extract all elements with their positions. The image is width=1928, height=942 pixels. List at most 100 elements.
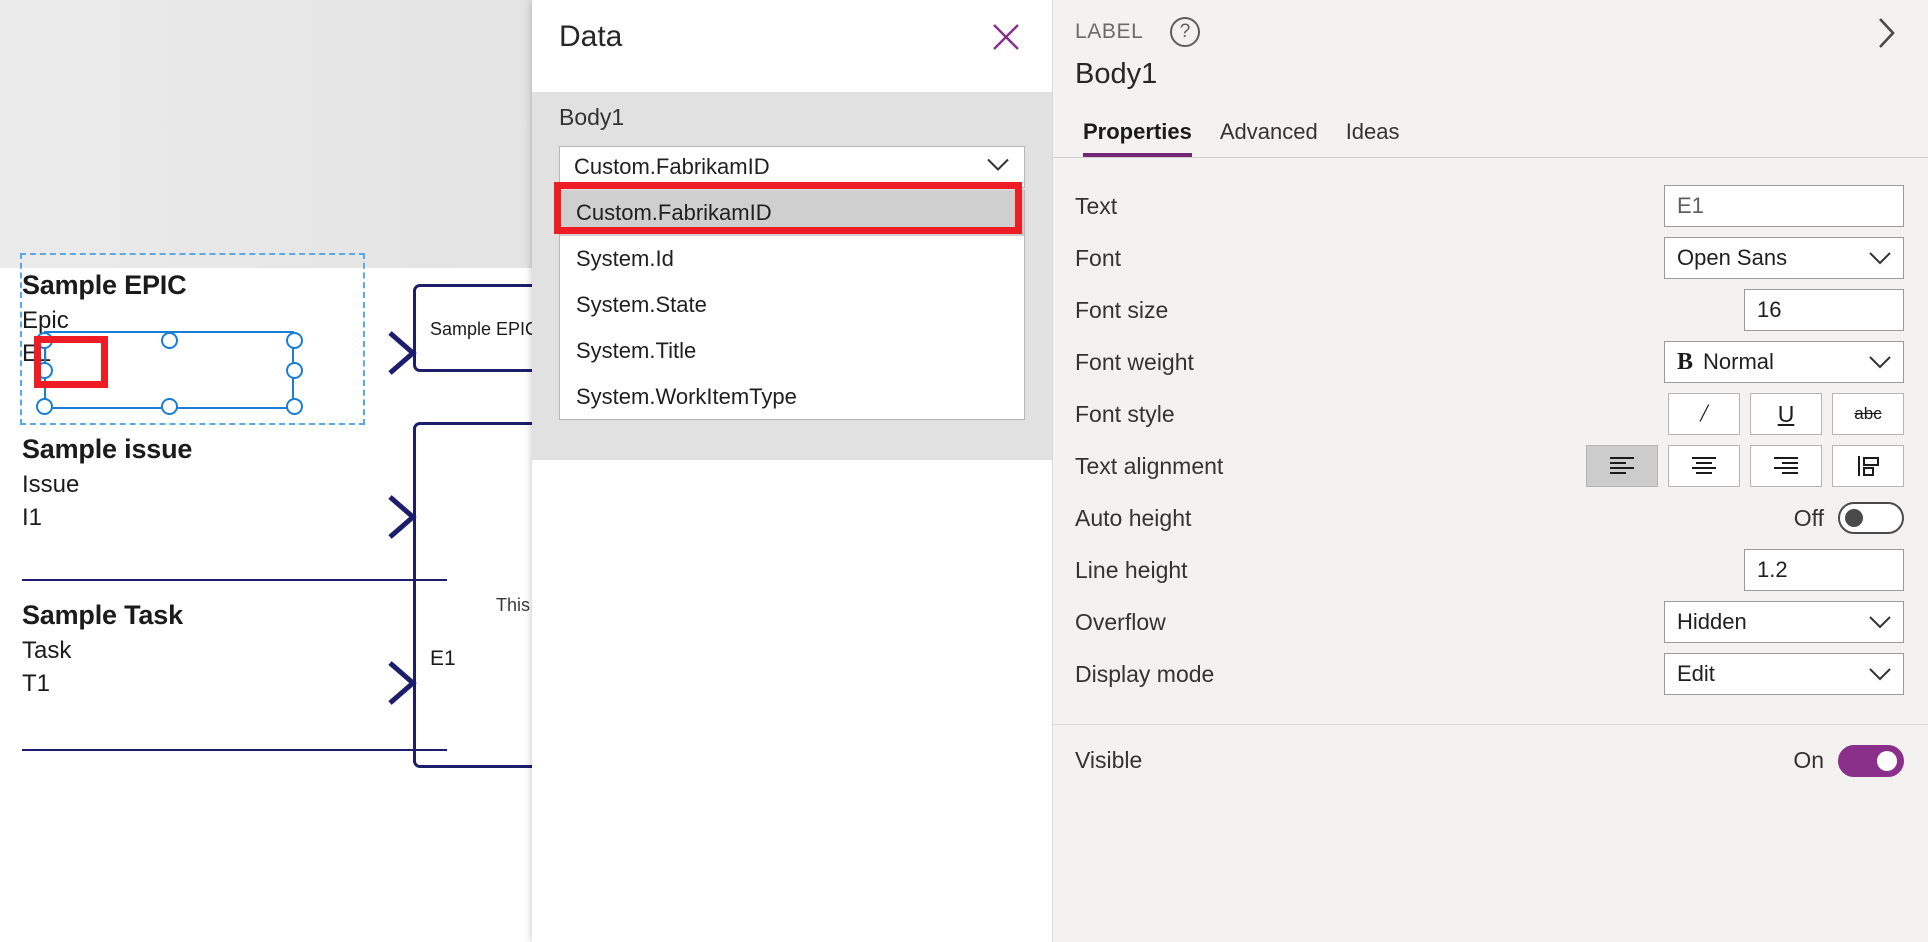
align-right-icon[interactable] xyxy=(1750,445,1822,487)
property-label-font-weight: Font weight xyxy=(1075,348,1194,375)
auto-height-state: Off xyxy=(1793,504,1824,531)
property-row-visible: Visible On xyxy=(1053,724,1928,796)
properties-group-spacer xyxy=(1053,700,1928,724)
gallery-item-id: E1 xyxy=(22,340,52,368)
auto-height-toggle[interactable] xyxy=(1838,502,1904,534)
visible-toggle[interactable] xyxy=(1838,744,1904,777)
align-justify-icon[interactable] xyxy=(1832,445,1904,487)
italic-glyph: / xyxy=(1700,400,1708,427)
chevron-down-icon xyxy=(1868,349,1892,375)
gallery-item-type: Task xyxy=(22,637,72,665)
property-label-auto-height: Auto height xyxy=(1075,504,1192,531)
control-type-label: LABEL xyxy=(1075,20,1144,43)
chevron-right-icon[interactable] xyxy=(385,329,419,377)
data-panel-filler xyxy=(532,420,1052,460)
line-height-input[interactable]: 1.2 xyxy=(1744,549,1904,591)
chevron-right-icon[interactable] xyxy=(385,493,419,541)
property-row-display-mode: Display mode Edit xyxy=(1053,648,1928,700)
dropdown-option-custom-fabrikamid[interactable]: Custom.FabrikamID xyxy=(560,190,1024,236)
data-field-select-value: Custom.FabrikamID xyxy=(574,154,770,179)
toggle-knob xyxy=(1877,750,1897,771)
property-label-display-mode: Display mode xyxy=(1075,660,1215,687)
properties-tabs: Properties Advanced Ideas xyxy=(1053,106,1928,158)
chevron-right-icon[interactable] xyxy=(385,659,419,707)
property-row-line-height: Line height 1.2 xyxy=(1053,544,1928,596)
visible-state: On xyxy=(1793,747,1824,773)
underline-glyph: U xyxy=(1777,400,1795,427)
gallery: Sample EPIC Epic E1 Sample issue Issue I… xyxy=(0,268,512,942)
property-label-text: Text xyxy=(1075,192,1118,219)
properties-top-spacer xyxy=(1053,158,1928,180)
property-row-auto-height: Auto height Off xyxy=(1053,492,1928,544)
data-field-dropdown-wrap: Custom.FabrikamID System.Id System.State… xyxy=(532,190,1052,420)
property-label-font-size: Font size xyxy=(1075,296,1169,323)
app-root: Sample EPIC This fo E1 Sample EPIC Epic … xyxy=(0,0,1928,942)
chevron-down-icon xyxy=(1868,661,1892,687)
property-row-text: Text E1 xyxy=(1053,180,1928,232)
font-select-value: Open Sans xyxy=(1677,245,1788,270)
overflow-select-value: Hidden xyxy=(1677,609,1747,634)
strikethrough-icon[interactable]: abc xyxy=(1832,393,1904,435)
gallery-item-title: Sample issue xyxy=(22,434,193,464)
text-alignment-button-group xyxy=(1586,445,1904,487)
align-center-icon[interactable] xyxy=(1668,445,1740,487)
tab-properties[interactable]: Properties xyxy=(1069,119,1206,157)
font-style-button-group: / U abc xyxy=(1668,393,1904,435)
gallery-divider xyxy=(22,579,447,581)
property-row-overflow: Overflow Hidden xyxy=(1053,596,1928,648)
property-label-text-alignment: Text alignment xyxy=(1075,452,1224,479)
chevron-right-icon[interactable] xyxy=(1868,14,1906,52)
tab-advanced[interactable]: Advanced xyxy=(1206,119,1332,157)
list-item[interactable]: Sample Task Task T1 xyxy=(22,600,447,765)
gallery-item-id: I1 xyxy=(22,504,43,532)
property-row-font-weight: Font weight B Normal xyxy=(1053,336,1928,388)
tab-ideas[interactable]: Ideas xyxy=(1332,119,1414,157)
property-label-font-style: Font style xyxy=(1075,400,1175,427)
display-mode-select[interactable]: Edit xyxy=(1664,653,1904,695)
font-size-input[interactable]: 16 xyxy=(1744,289,1904,331)
data-field-select[interactable]: Custom.FabrikamID xyxy=(559,146,1025,188)
property-row-font: Font Open Sans xyxy=(1053,232,1928,284)
control-name: Body1 xyxy=(1075,58,1158,90)
align-left-icon[interactable] xyxy=(1586,445,1658,487)
chevron-down-icon xyxy=(986,158,1010,177)
property-label-visible: Visible xyxy=(1075,747,1143,773)
close-icon[interactable] xyxy=(986,17,1026,57)
dropdown-option-system-title[interactable]: System.Title xyxy=(560,328,1024,374)
font-weight-select[interactable]: B Normal xyxy=(1664,341,1904,383)
gallery-item-id: T1 xyxy=(22,670,51,698)
gallery-item-type: Epic xyxy=(22,307,69,335)
toggle-knob xyxy=(1845,509,1863,527)
list-item[interactable]: Sample EPIC Epic E1 xyxy=(22,270,447,435)
dropdown-option-system-id[interactable]: System.Id xyxy=(560,236,1024,282)
data-field-label: Body1 xyxy=(559,104,625,130)
gallery-divider xyxy=(22,749,447,751)
font-weight-select-value: Normal xyxy=(1703,349,1774,374)
bold-icon: B xyxy=(1677,348,1694,375)
data-panel-header: Data xyxy=(532,0,1052,92)
property-label-font: Font xyxy=(1075,244,1122,271)
list-item[interactable]: Sample issue Issue I1 xyxy=(22,434,447,599)
property-row-font-style: Font style / U abc xyxy=(1053,388,1928,440)
overflow-select[interactable]: Hidden xyxy=(1664,601,1904,643)
page-title: Data xyxy=(559,20,623,53)
property-row-text-alignment: Text alignment xyxy=(1053,440,1928,492)
property-label-line-height: Line height xyxy=(1075,556,1188,583)
data-field-header: Body1 xyxy=(532,92,1052,146)
property-row-font-size: Font size 16 xyxy=(1053,284,1928,336)
data-field-select-wrap: Custom.FabrikamID xyxy=(532,146,1052,190)
underline-icon[interactable]: U xyxy=(1750,393,1822,435)
properties-panel: LABEL ? Body1 Properties Advanced Ideas … xyxy=(1052,0,1928,942)
dropdown-option-system-state[interactable]: System.State xyxy=(560,282,1024,328)
text-input[interactable]: E1 xyxy=(1664,185,1904,227)
gallery-item-title: Sample Task xyxy=(22,600,183,630)
strikethrough-glyph: abc xyxy=(1854,404,1882,423)
data-panel: Data Body1 Custom.FabrikamID Custom.Fabr… xyxy=(532,0,1052,942)
properties-panel-header: LABEL ? Body1 xyxy=(1053,0,1928,106)
italic-icon[interactable]: / xyxy=(1668,393,1740,435)
chevron-down-icon xyxy=(1868,245,1892,271)
font-select[interactable]: Open Sans xyxy=(1664,237,1904,279)
dropdown-option-system-workitemtype[interactable]: System.WorkItemType xyxy=(560,374,1024,420)
gallery-item-type: Issue xyxy=(22,471,80,499)
help-circle-icon[interactable]: ? xyxy=(1170,17,1200,47)
